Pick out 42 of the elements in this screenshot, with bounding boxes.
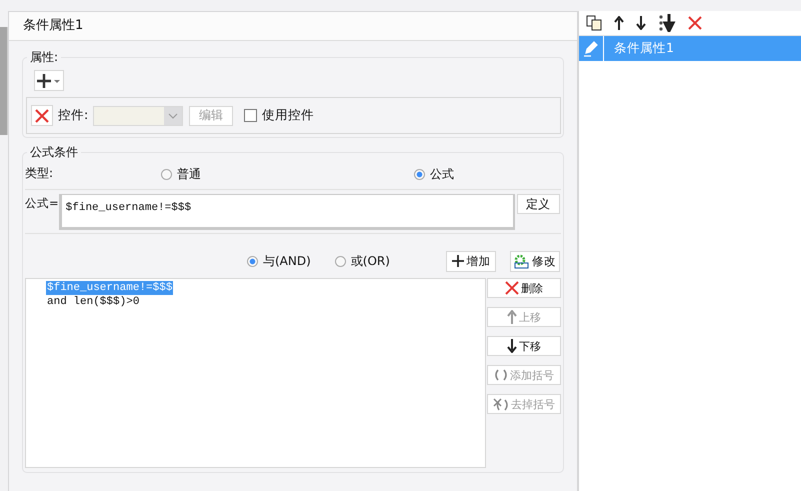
plus-icon [36,74,62,88]
close-icon [505,281,519,295]
radio-label: 公式 [430,166,454,183]
radio-label: 或(OR) [350,252,390,270]
plus-icon [452,255,464,267]
radio-label: 普通 [177,166,201,183]
up-arrow-icon [507,310,517,324]
down-arrow-icon [507,339,517,353]
modify-button[interactable]: 修改 [510,250,560,272]
down-button[interactable]: 下移 [487,336,561,356]
radio-button[interactable] [414,169,425,180]
condition-line[interactable]: and len($$$)>0 [46,295,140,309]
pencil-icon [583,40,599,56]
parentheses-icon [494,369,508,381]
up-arrow-icon[interactable] [614,16,624,30]
formula-field[interactable]: $fine_username!=$$$ [58,194,515,230]
delete-icon[interactable] [688,16,702,30]
gear-icon [514,254,529,268]
add-button[interactable]: 增加 [446,250,496,272]
radio-button[interactable] [161,169,172,180]
radio-label: 与(AND) [263,252,311,270]
condition-list[interactable]: $fine_username!=$$$ and len($$$)>0 [25,278,486,468]
remove-button[interactable] [31,105,53,126]
define-button[interactable]: 定义 [516,194,560,214]
formula-label: 公式= [25,196,59,211]
delete-button[interactable]: 删除 [487,278,561,298]
copy-icon[interactable] [586,15,602,31]
close-icon [34,108,50,124]
chevron-icon [168,112,178,118]
radio-button[interactable] [247,256,258,266]
checkbox-label: 使用控件 [262,107,314,124]
dialog-title: 条件属性1 [9,12,577,41]
control-label: 控件: [58,107,88,124]
add-dropdown-button[interactable] [34,70,64,91]
group-title: 属性: [27,49,62,66]
group-title: 公式条件 [27,144,81,161]
move-to-bottom-icon[interactable] [658,14,676,32]
down-arrow-icon[interactable] [636,16,646,30]
checkbox[interactable] [244,109,258,122]
type-label: 类型: [25,164,54,182]
remove-parentheses-icon [493,398,509,410]
radio-button[interactable] [334,256,346,266]
